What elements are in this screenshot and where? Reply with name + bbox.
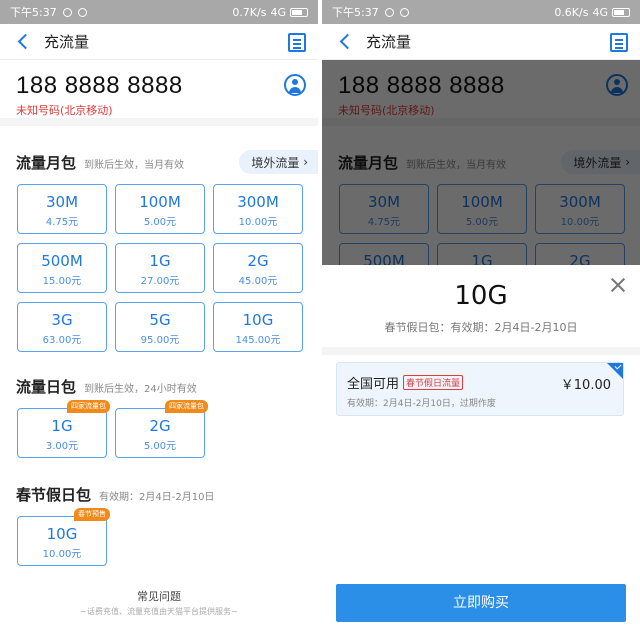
- recharge-screen-sheet-open: 下午5:37 0.6K/s 4G 充流量 188 8888 8888 未知号码(…: [322, 0, 640, 637]
- monthly-package-300m[interactable]: 300M 10.00元: [213, 184, 303, 234]
- monthly-package-1g[interactable]: 1G 27.00元: [115, 243, 205, 293]
- monthly-package-3g[interactable]: 3G 63.00元: [17, 302, 107, 352]
- page-title: 充流量: [44, 33, 90, 51]
- purchase-sheet: 10G 春节假日包：有效期：2月4日-2月10日 全国可用 春节假日流量 ￥10…: [322, 265, 640, 637]
- back-icon[interactable]: [332, 29, 358, 55]
- package-size: 2G: [247, 252, 269, 270]
- holiday-header: 春节假日包 有效期：2月4日-2月10日: [16, 484, 214, 505]
- nav-bar: 充流量: [0, 24, 318, 60]
- close-icon[interactable]: [610, 277, 626, 293]
- service-note: ~话费充值、流量充值由天猫平台提供服务~: [80, 607, 238, 616]
- notification-icon: [399, 7, 409, 17]
- monthly-package-100m[interactable]: 100M 5.00元: [115, 184, 205, 234]
- package-price: 10.00元: [42, 549, 82, 560]
- carrier-label: 未知号码(北京移动): [16, 104, 113, 117]
- package-size: 30M: [45, 193, 79, 211]
- recharge-screen: 下午5:37 0.7K/s 4G 充流量 188 8888 8888 未知号码(…: [0, 0, 318, 637]
- package-price: 145.00元: [235, 335, 281, 346]
- monthly-subtitle: 到账后生效，当月有效: [84, 160, 185, 171]
- monthly-header: 流量月包 到账后生效，当月有效: [16, 152, 184, 173]
- option-title: 全国可用: [347, 377, 400, 392]
- nav-bar: 充流量: [322, 24, 640, 60]
- status-time: 下午5:37: [10, 6, 57, 19]
- network-speed: 0.6K/s: [554, 5, 589, 19]
- monthly-package-5g[interactable]: 5G 95.00元: [115, 302, 205, 352]
- holiday-package-10g[interactable]: 春节预售 10G 10.00元: [17, 508, 110, 566]
- phone-section: 188 8888 8888 未知号码(北京移动): [0, 60, 318, 126]
- package-price: 3.00元: [45, 441, 79, 452]
- package-price: 63.00元: [42, 335, 82, 346]
- package-price: 5.00元: [143, 441, 177, 452]
- package-price: 15.00元: [42, 276, 82, 287]
- records-icon[interactable]: [610, 33, 628, 52]
- status-time: 下午5:37: [332, 6, 379, 19]
- records-icon[interactable]: [288, 33, 306, 52]
- battery-icon: [290, 7, 308, 17]
- battery-icon: [612, 7, 630, 17]
- notification-icon: [62, 7, 72, 17]
- package-option[interactable]: 全国可用 春节假日流量 ￥10.00 有效期：2月4日-2月10日，过期作废: [336, 362, 624, 416]
- network-speed: 0.7K/s: [232, 5, 267, 19]
- option-badge: 春节假日流量: [403, 375, 464, 390]
- package-size: 10G: [242, 311, 274, 329]
- monthly-package-30m[interactable]: 30M 4.75元: [17, 184, 107, 234]
- notification-icon: [77, 7, 87, 17]
- sheet-separator: [322, 347, 640, 355]
- package-tag: 四家流量包: [67, 400, 110, 413]
- package-size: 2G: [149, 417, 171, 435]
- daily-title: 流量日包: [16, 378, 77, 396]
- daily-header: 流量日包 到账后生效，24小时有效: [16, 376, 197, 397]
- package-price: 4.75元: [45, 217, 79, 228]
- option-price: ￥10.00: [560, 378, 611, 393]
- monthly-package-10g[interactable]: 10G 145.00元: [213, 302, 303, 352]
- faq-link[interactable]: 常见问题: [0, 588, 318, 604]
- package-tag: 四家流量包: [165, 400, 208, 413]
- monthly-package-2g[interactable]: 2G 45.00元: [213, 243, 303, 293]
- monthly-title: 流量月包: [16, 154, 77, 172]
- package-tag: 春节预售: [74, 508, 110, 521]
- overseas-label: 境外流量: [251, 155, 300, 170]
- overseas-data-button[interactable]: 境外流量 ›: [239, 150, 318, 174]
- phone-number[interactable]: 188 8888 8888: [16, 72, 183, 100]
- package-size: 5G: [149, 311, 171, 329]
- contact-icon[interactable]: [284, 74, 306, 96]
- package-price: 27.00元: [140, 276, 180, 287]
- page-title: 充流量: [366, 33, 412, 51]
- status-bar: 下午5:37 0.7K/s 4G: [0, 0, 318, 24]
- notification-icon: [384, 7, 394, 17]
- package-size: 1G: [51, 417, 73, 435]
- sheet-package-size: 10G: [454, 281, 508, 311]
- daily-package-1g[interactable]: 四家流量包 1G 3.00元: [17, 400, 110, 458]
- sheet-description: 春节假日包：有效期：2月4日-2月10日: [384, 321, 578, 334]
- option-validity: 有效期：2月4日-2月10日，过期作废: [347, 399, 496, 409]
- back-icon[interactable]: [10, 29, 36, 55]
- daily-subtitle: 到账后生效，24小时有效: [84, 384, 197, 395]
- package-price: 95.00元: [140, 335, 180, 346]
- network-type: 4G: [592, 5, 608, 19]
- package-size: 100M: [139, 193, 181, 211]
- package-size: 10G: [46, 525, 78, 543]
- package-size: 500M: [41, 252, 83, 270]
- holiday-subtitle: 有效期：2月4日-2月10日: [99, 492, 215, 503]
- monthly-package-500m[interactable]: 500M 15.00元: [17, 243, 107, 293]
- status-bar: 下午5:37 0.6K/s 4G: [322, 0, 640, 24]
- daily-package-2g[interactable]: 四家流量包 2G 5.00元: [115, 400, 208, 458]
- package-price: 45.00元: [238, 276, 278, 287]
- network-type: 4G: [270, 5, 286, 19]
- package-size: 3G: [51, 311, 73, 329]
- package-size: 1G: [149, 252, 171, 270]
- holiday-title: 春节假日包: [16, 486, 92, 504]
- package-price: 5.00元: [143, 217, 177, 228]
- package-size: 300M: [237, 193, 279, 211]
- dim-overlay[interactable]: [322, 60, 640, 265]
- package-price: 10.00元: [238, 217, 278, 228]
- buy-now-button[interactable]: 立即购买: [336, 584, 626, 622]
